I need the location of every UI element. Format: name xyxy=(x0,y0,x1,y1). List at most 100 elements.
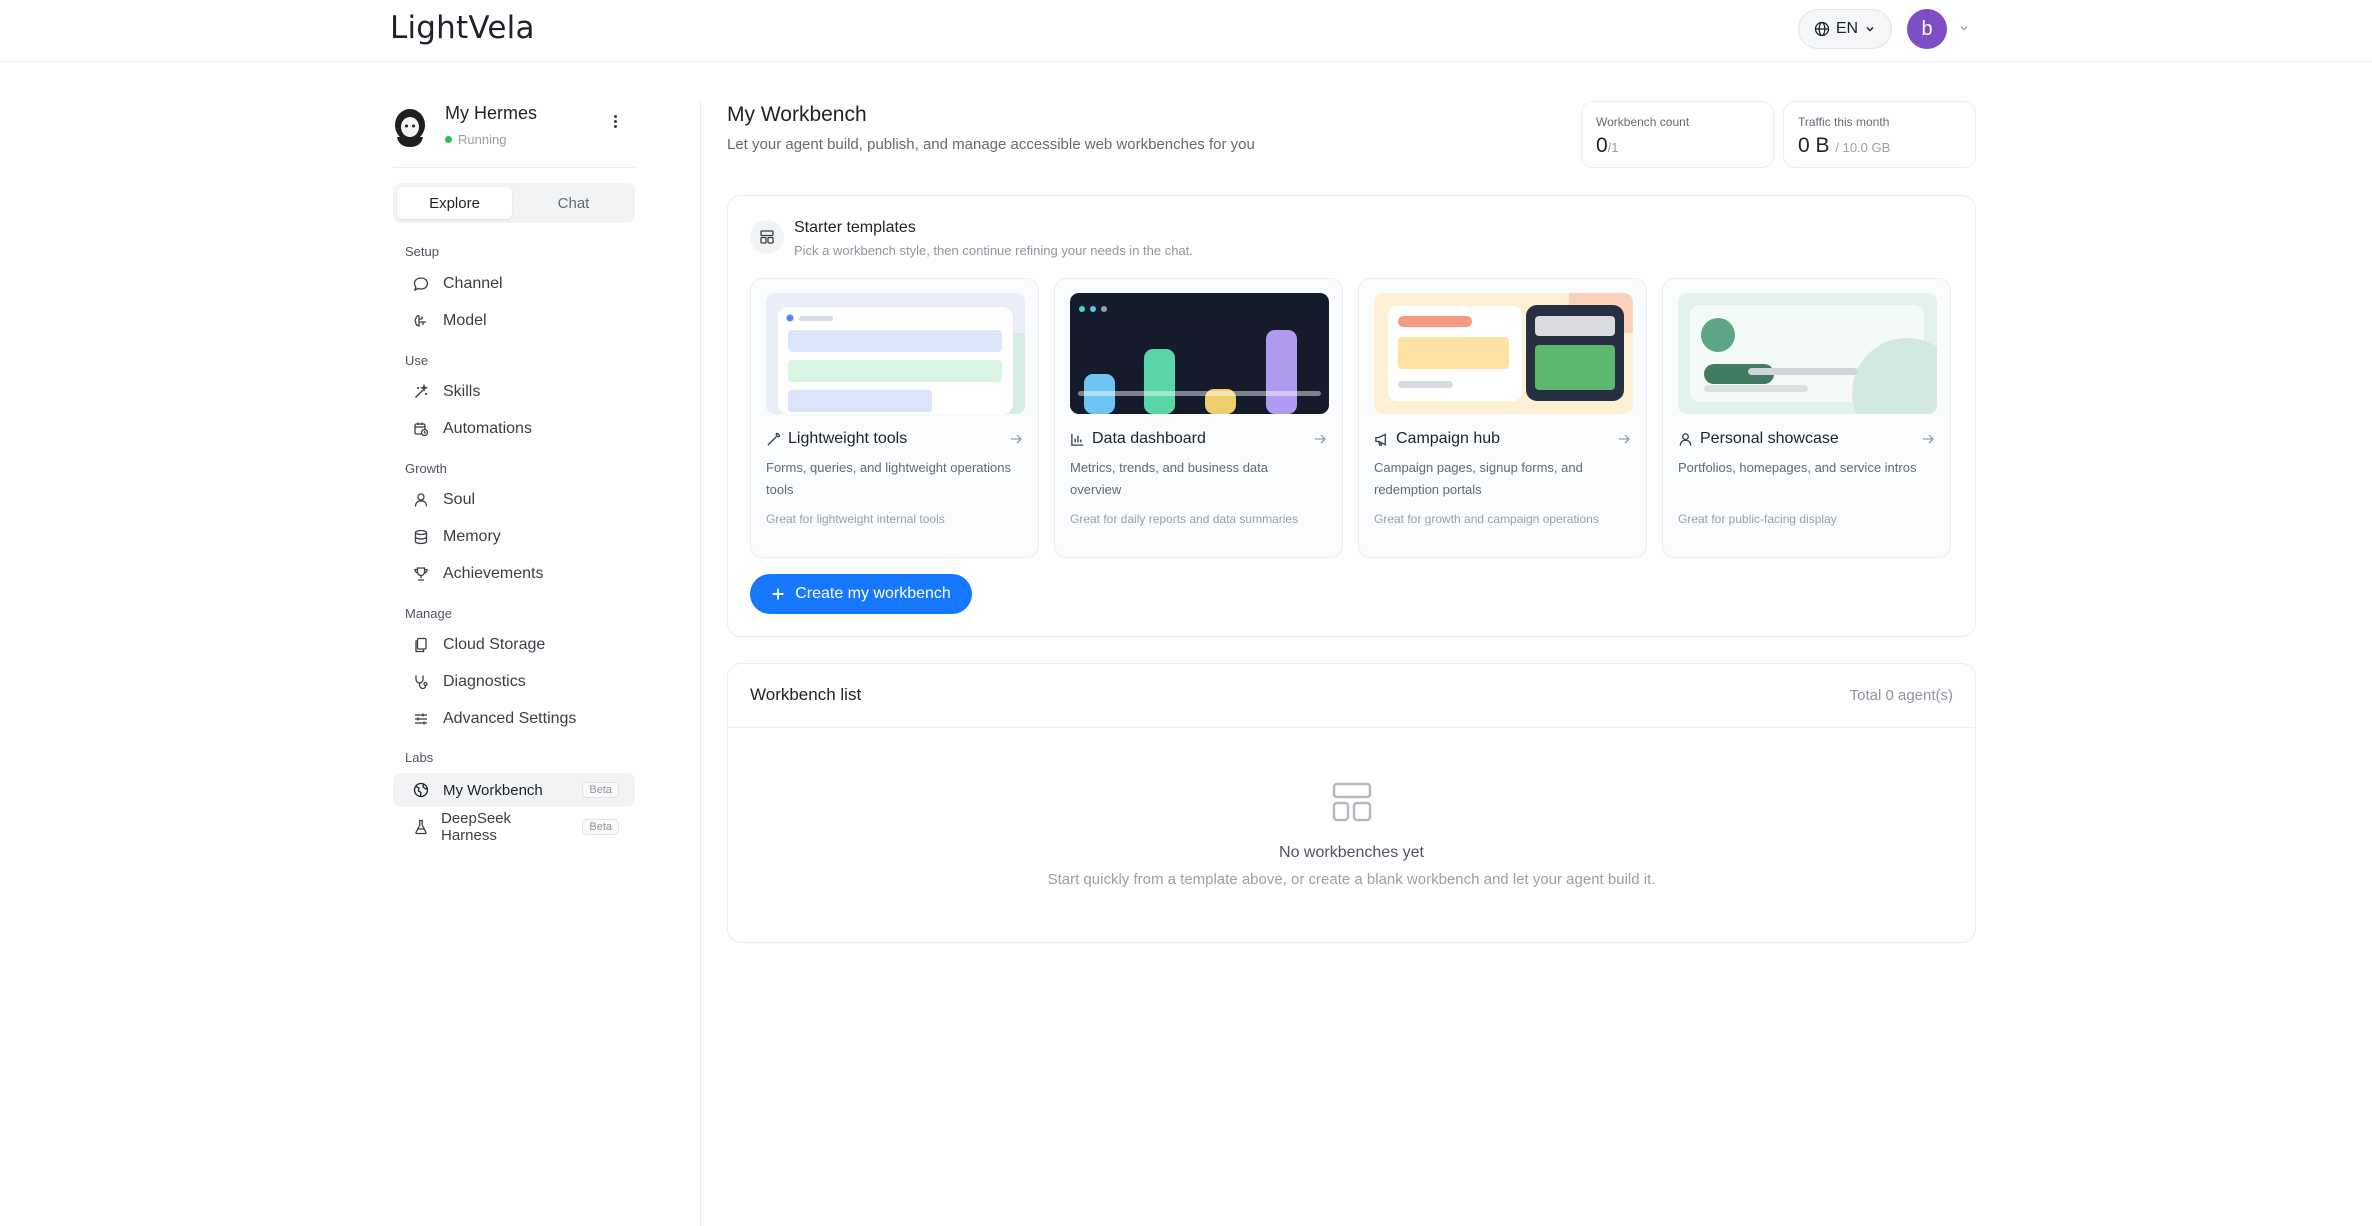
empty-state-subtitle: Start quickly from a template above, or … xyxy=(1047,871,1656,888)
language-label: EN xyxy=(1835,20,1859,37)
sidebar-item-my-workbench[interactable]: My Workbench Beta xyxy=(393,773,635,807)
sidebar-item-label: Automations xyxy=(443,420,532,437)
user-avatar[interactable]: b xyxy=(1907,9,1947,49)
template-card-personal-showcase[interactable]: Personal showcase Portfolios, homepages,… xyxy=(1662,278,1951,558)
sidebar-item-label: Channel xyxy=(443,275,503,292)
sidebar-divider xyxy=(700,101,701,1226)
template-card-campaign-hub[interactable]: Campaign hub Campaign pages, signup form… xyxy=(1358,278,1647,558)
tab-explore[interactable]: Explore xyxy=(397,187,512,219)
template-thumbnail xyxy=(766,293,1025,414)
sidebar-item-label: Diagnostics xyxy=(443,673,526,690)
sidebar-item-advanced-settings[interactable]: Advanced Settings xyxy=(405,704,635,734)
sidebar-item-label: Memory xyxy=(443,528,501,545)
files-icon xyxy=(415,637,427,653)
person-icon xyxy=(414,493,428,507)
template-card-desc: Forms, queries, and lightweight operatio… xyxy=(766,460,1011,497)
user-menu-chevron-icon[interactable] xyxy=(1958,22,1970,34)
workbench-list-title: Workbench list xyxy=(750,685,862,704)
sidebar-item-achievements[interactable]: Achievements xyxy=(405,559,635,589)
plus-icon xyxy=(772,588,784,600)
sidebar-separator xyxy=(393,167,635,168)
arrow-right-icon xyxy=(1315,434,1326,444)
template-card-title: Campaign hub xyxy=(1374,430,1500,448)
agent-status: Running xyxy=(445,132,506,147)
empty-state-title: No workbenches yet xyxy=(1279,844,1424,861)
sidebar-item-label: Soul xyxy=(443,491,476,508)
template-title-text: Campaign hub xyxy=(1396,430,1501,447)
group-label-setup: Setup xyxy=(405,244,439,259)
stethoscope-icon xyxy=(415,675,428,690)
traffic-card: Traffic this month 0 B / 10.0 GB xyxy=(1783,101,1976,168)
globe-icon xyxy=(1814,21,1830,37)
status-dot-icon xyxy=(445,136,452,143)
language-selector[interactable]: EN xyxy=(1798,9,1892,49)
template-card-desc: Campaign pages, signup forms, and redemp… xyxy=(1374,460,1583,497)
beta-badge: Beta xyxy=(582,782,619,798)
stat-label: Traffic this month xyxy=(1798,115,1890,129)
layout-icon xyxy=(750,220,784,254)
create-workbench-button[interactable]: Create my workbench xyxy=(750,574,972,614)
page-title: My Workbench xyxy=(727,103,867,126)
page-subtitle: Let your agent build, publish, and manag… xyxy=(727,136,1255,153)
template-card-title: Data dashboard xyxy=(1070,430,1206,448)
chat-bubble-icon xyxy=(413,277,429,292)
template-card-note: Great for growth and campaign operations xyxy=(1374,512,1599,526)
workbench-globe-icon xyxy=(413,782,429,798)
sidebar-item-label: Cloud Storage xyxy=(443,636,546,653)
workbench-count-limit: /1 xyxy=(1607,140,1619,155)
workbench-list-total: Total 0 agent(s) xyxy=(1849,687,1953,704)
sidebar-item-label: My Workbench xyxy=(443,781,543,799)
sidebar-item-diagnostics[interactable]: Diagnostics xyxy=(405,667,635,697)
template-title-text: Lightweight tools xyxy=(788,430,908,447)
agent-card[interactable]: My Hermes Running xyxy=(393,101,635,167)
sidebar-item-channel[interactable]: Channel xyxy=(405,269,635,299)
sidebar-item-label: Achievements xyxy=(443,565,544,582)
beta-badge: Beta xyxy=(582,819,619,835)
template-thumbnail xyxy=(1374,293,1633,414)
stat-label: Workbench count xyxy=(1596,115,1690,129)
sidebar-item-label: Advanced Settings xyxy=(443,710,577,727)
sidebar-item-skills[interactable]: Skills xyxy=(405,377,635,407)
template-card-note: Great for lightweight internal tools xyxy=(766,512,945,526)
sidebar-item-automations[interactable]: Automations xyxy=(405,414,635,444)
explore-chat-toggle: Explore Chat xyxy=(393,183,635,223)
template-card-lightweight-tools[interactable]: Lightweight tools Forms, queries, and li… xyxy=(750,278,1039,558)
tab-chat[interactable]: Chat xyxy=(516,187,631,219)
calendar-clock-icon xyxy=(414,422,429,437)
group-label-growth: Growth xyxy=(405,461,447,476)
wrench-icon xyxy=(767,432,781,446)
workbench-list-panel: Workbench list Total 0 agent(s) No workb… xyxy=(727,663,1976,943)
sidebar-item-deepseek-harness[interactable]: DeepSeek Harness Beta xyxy=(413,810,635,844)
template-card-desc: Metrics, trends, and business data overv… xyxy=(1070,460,1268,497)
arrow-right-icon xyxy=(1619,434,1630,444)
arrow-right-icon xyxy=(1011,434,1022,444)
bar-chart-icon xyxy=(1071,433,1084,446)
sidebar-item-model[interactable]: Model xyxy=(405,306,635,336)
group-label-use: Use xyxy=(405,353,429,368)
sidebar-item-cloud-storage[interactable]: Cloud Storage xyxy=(405,630,635,660)
agent-more-button[interactable] xyxy=(603,109,627,133)
chevron-down-icon xyxy=(1866,26,1874,32)
template-card-data-dashboard[interactable]: Data dashboard Metrics, trends, and busi… xyxy=(1054,278,1343,558)
database-icon xyxy=(414,529,428,545)
templates-title: Starter templates xyxy=(794,219,916,236)
agent-avatar-icon xyxy=(395,109,425,147)
sliders-icon xyxy=(415,713,427,725)
flask-icon xyxy=(415,819,427,835)
template-card-note: Great for daily reports and data summari… xyxy=(1070,512,1299,526)
empty-layout-icon xyxy=(1332,782,1372,822)
agent-name: My Hermes xyxy=(445,103,538,123)
app-logo[interactable]: LightVela xyxy=(390,10,535,46)
sidebar-item-memory[interactable]: Memory xyxy=(405,522,635,552)
sidebar-item-soul[interactable]: Soul xyxy=(405,485,635,515)
arrow-right-icon xyxy=(1923,434,1934,444)
workbench-count-value: 0 xyxy=(1596,134,1608,157)
starter-templates-panel: Starter templates Pick a workbench style… xyxy=(727,195,1976,637)
template-thumbnail xyxy=(1070,293,1329,414)
workbench-list-header: Workbench list Total 0 agent(s) xyxy=(728,664,1975,728)
group-label-labs: Labs xyxy=(405,750,434,765)
user-icon xyxy=(1679,432,1692,446)
agent-status-text: Running xyxy=(458,132,507,147)
stat-value: 0 B / 10.0 GB xyxy=(1798,134,1890,158)
brain-icon xyxy=(414,314,426,327)
